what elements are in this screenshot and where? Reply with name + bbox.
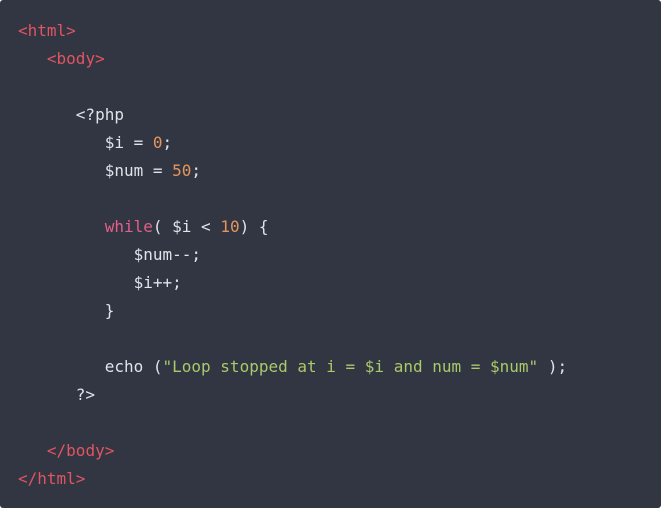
code-token: } <box>18 301 115 320</box>
number-literal: 10 <box>220 217 240 236</box>
code-token: ) { <box>239 217 269 236</box>
html-tag-token: </html> <box>18 469 86 488</box>
code-line: <body> <box>18 45 661 73</box>
code-token: $i = <box>18 133 153 152</box>
code-token: ?> <box>18 385 96 404</box>
code-token: $num = <box>18 161 173 180</box>
code-token: ); <box>538 357 568 376</box>
keyword-token: while <box>104 217 153 236</box>
code-line: </body> <box>18 437 661 465</box>
code-token: ; <box>162 133 173 152</box>
code-line: $i = 0; <box>18 129 661 157</box>
number-literal: 50 <box>172 161 192 180</box>
code-line: </html> <box>18 465 661 493</box>
code-line: } <box>18 297 661 325</box>
html-tag-token: <html> <box>18 21 76 40</box>
code-block: <html> <body> <?php $i = 0; $num = 50; w… <box>0 0 661 508</box>
code-line: <?php <box>18 101 661 129</box>
code-line: $num--; <box>18 241 661 269</box>
code-line: <html> <box>18 17 661 45</box>
code-line: echo ("Loop stopped at i = $i and num = … <box>18 353 661 381</box>
code-token: ( $i < <box>152 217 221 236</box>
code-line: ?> <box>18 381 661 409</box>
number-literal: 0 <box>152 133 163 152</box>
html-tag-token: </body> <box>46 441 115 460</box>
code-token: echo ( <box>18 357 163 376</box>
code-line: while( $i < 10) { <box>18 213 661 241</box>
code-token: $i++; <box>18 273 182 292</box>
code-token: ; <box>191 161 202 180</box>
string-literal: "Loop stopped at i = $i and num = $num" <box>162 357 539 376</box>
code-token: <?php <box>18 105 124 124</box>
html-tag-token: <body> <box>46 49 105 68</box>
code-token: $num--; <box>18 245 202 264</box>
code-line: $num = 50; <box>18 157 661 185</box>
code-line: $i++; <box>18 269 661 297</box>
